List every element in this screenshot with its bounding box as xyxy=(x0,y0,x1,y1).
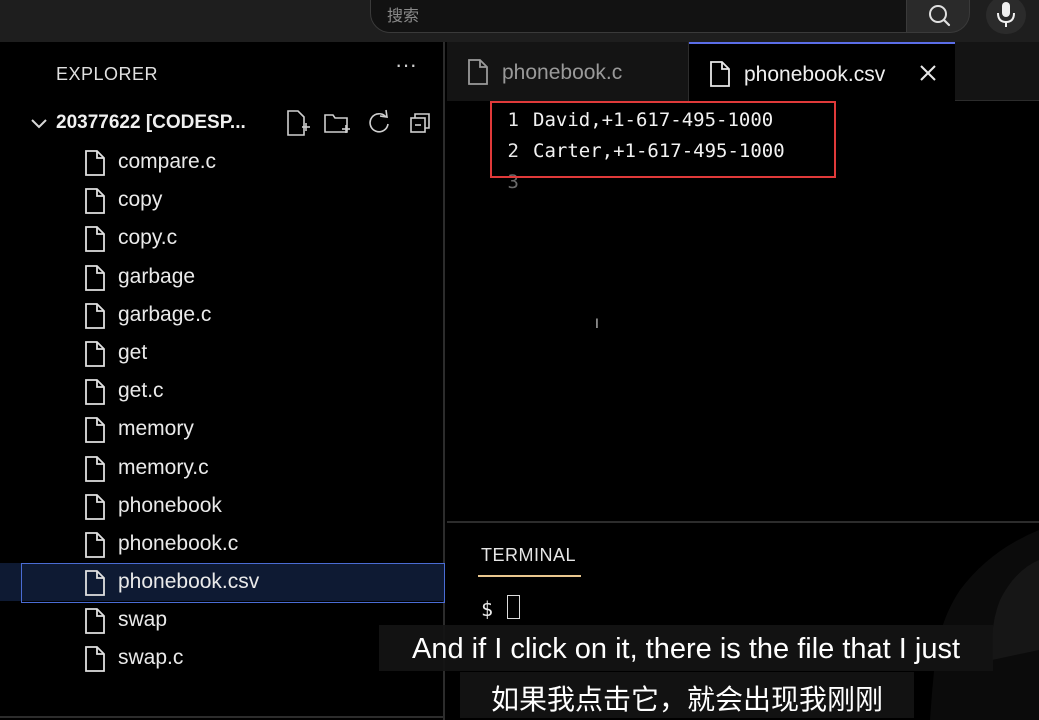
subtitle-english: And if I click on it, there is the file … xyxy=(411,633,961,665)
editor-tabs: phonebook.c phonebook.csv xyxy=(447,42,1039,101)
file-item[interactable]: get xyxy=(0,334,444,372)
tab-terminal[interactable]: TERMINAL xyxy=(481,545,576,566)
file-item[interactable]: phonebook xyxy=(0,487,444,525)
search-icon xyxy=(929,5,951,27)
file-name: get.c xyxy=(118,379,164,403)
file-name: memory xyxy=(118,417,194,441)
file-item[interactable]: copy xyxy=(0,181,444,219)
folder-name: 20377622 [CODESP... xyxy=(56,112,246,133)
file-icon xyxy=(85,302,105,329)
file-icon xyxy=(85,570,105,596)
new-file-icon[interactable] xyxy=(282,108,312,138)
file-item[interactable]: swap xyxy=(0,601,444,639)
tab-label: phonebook.csv xyxy=(744,63,886,86)
file-list: compare.c copy copy.c garbage garbage.c get ge… xyxy=(0,143,445,678)
collapse-all-icon[interactable] xyxy=(406,108,436,138)
active-tab-indicator xyxy=(478,575,581,577)
file-name: phonebook xyxy=(118,493,222,517)
subtitle-chinese-box: 如果我点击它，就会出现我刚刚 xyxy=(460,672,914,718)
tab-phonebook-c[interactable]: phonebook.c xyxy=(447,42,689,101)
file-item[interactable]: copy.c xyxy=(0,219,444,257)
code-editor[interactable]: 1 David,+1-617-495-1000 2 Carter,+1-617-… xyxy=(447,101,1039,521)
file-name: memory.c xyxy=(118,455,209,479)
tab-phonebook-csv[interactable]: phonebook.csv xyxy=(689,42,955,101)
explorer-sidebar: EXPLORER ··· 20377622 [CODESP... compare… xyxy=(0,42,445,720)
file-name: garbage xyxy=(118,264,196,288)
file-name: phonebook.csv xyxy=(118,570,260,594)
subtitle-english-box: And if I click on it, there is the file … xyxy=(379,625,993,671)
chevron-down-icon xyxy=(31,119,47,129)
file-item[interactable]: phonebook.c xyxy=(0,525,444,563)
search-button[interactable] xyxy=(906,0,970,33)
annotation-highlight-box xyxy=(490,101,836,178)
file-name: swap xyxy=(118,608,168,632)
subtitle-chinese: 如果我点击它，就会出现我刚刚 xyxy=(490,683,883,716)
file-item[interactable]: phonebook.csv xyxy=(0,563,445,604)
search-box[interactable] xyxy=(370,0,907,33)
file-item[interactable]: swap.c xyxy=(0,639,444,677)
file-icon xyxy=(710,61,730,87)
file-item[interactable]: memory.c xyxy=(0,449,444,487)
file-icon xyxy=(85,379,105,406)
file-name: phonebook.c xyxy=(118,531,239,555)
top-bar xyxy=(0,0,1039,42)
file-item[interactable]: garbage.c xyxy=(0,296,444,334)
terminal-cursor[interactable] xyxy=(507,595,520,619)
file-item[interactable]: compare.c xyxy=(0,143,444,181)
file-name: copy.c xyxy=(118,226,178,250)
file-name: get xyxy=(118,340,148,364)
file-name: garbage.c xyxy=(118,302,212,326)
close-icon[interactable] xyxy=(915,60,941,86)
sidebar-divider xyxy=(0,716,444,718)
text-cursor-icon: I xyxy=(595,315,599,331)
workspace-folder[interactable]: 20377622 [CODESP... xyxy=(26,106,446,140)
file-icon xyxy=(85,341,105,367)
file-icon xyxy=(85,226,105,253)
refresh-icon[interactable] xyxy=(364,108,394,138)
file-icon xyxy=(85,455,105,482)
file-name: copy xyxy=(118,188,163,212)
file-item[interactable]: garbage xyxy=(0,258,444,296)
terminal-prompt: $ xyxy=(481,597,494,621)
file-icon xyxy=(85,417,105,444)
more-actions-icon[interactable]: ··· xyxy=(392,54,420,78)
microphone-button[interactable] xyxy=(986,0,1026,34)
file-icon xyxy=(85,531,105,558)
explorer-title: EXPLORER xyxy=(56,64,159,84)
file-name: swap.c xyxy=(118,646,184,670)
file-icon xyxy=(468,59,488,85)
new-folder-icon[interactable] xyxy=(322,108,352,138)
tab-label: phonebook.c xyxy=(502,61,623,84)
file-item[interactable]: get.c xyxy=(0,372,444,410)
file-item[interactable]: memory xyxy=(0,410,444,448)
file-icon xyxy=(85,493,105,520)
search-input[interactable] xyxy=(387,3,867,27)
microphone-icon xyxy=(997,2,1015,27)
file-icon xyxy=(85,150,105,176)
file-icon xyxy=(85,608,105,635)
file-icon xyxy=(85,646,105,673)
file-name: compare.c xyxy=(118,150,217,173)
file-icon xyxy=(85,264,105,291)
file-icon xyxy=(85,188,105,215)
